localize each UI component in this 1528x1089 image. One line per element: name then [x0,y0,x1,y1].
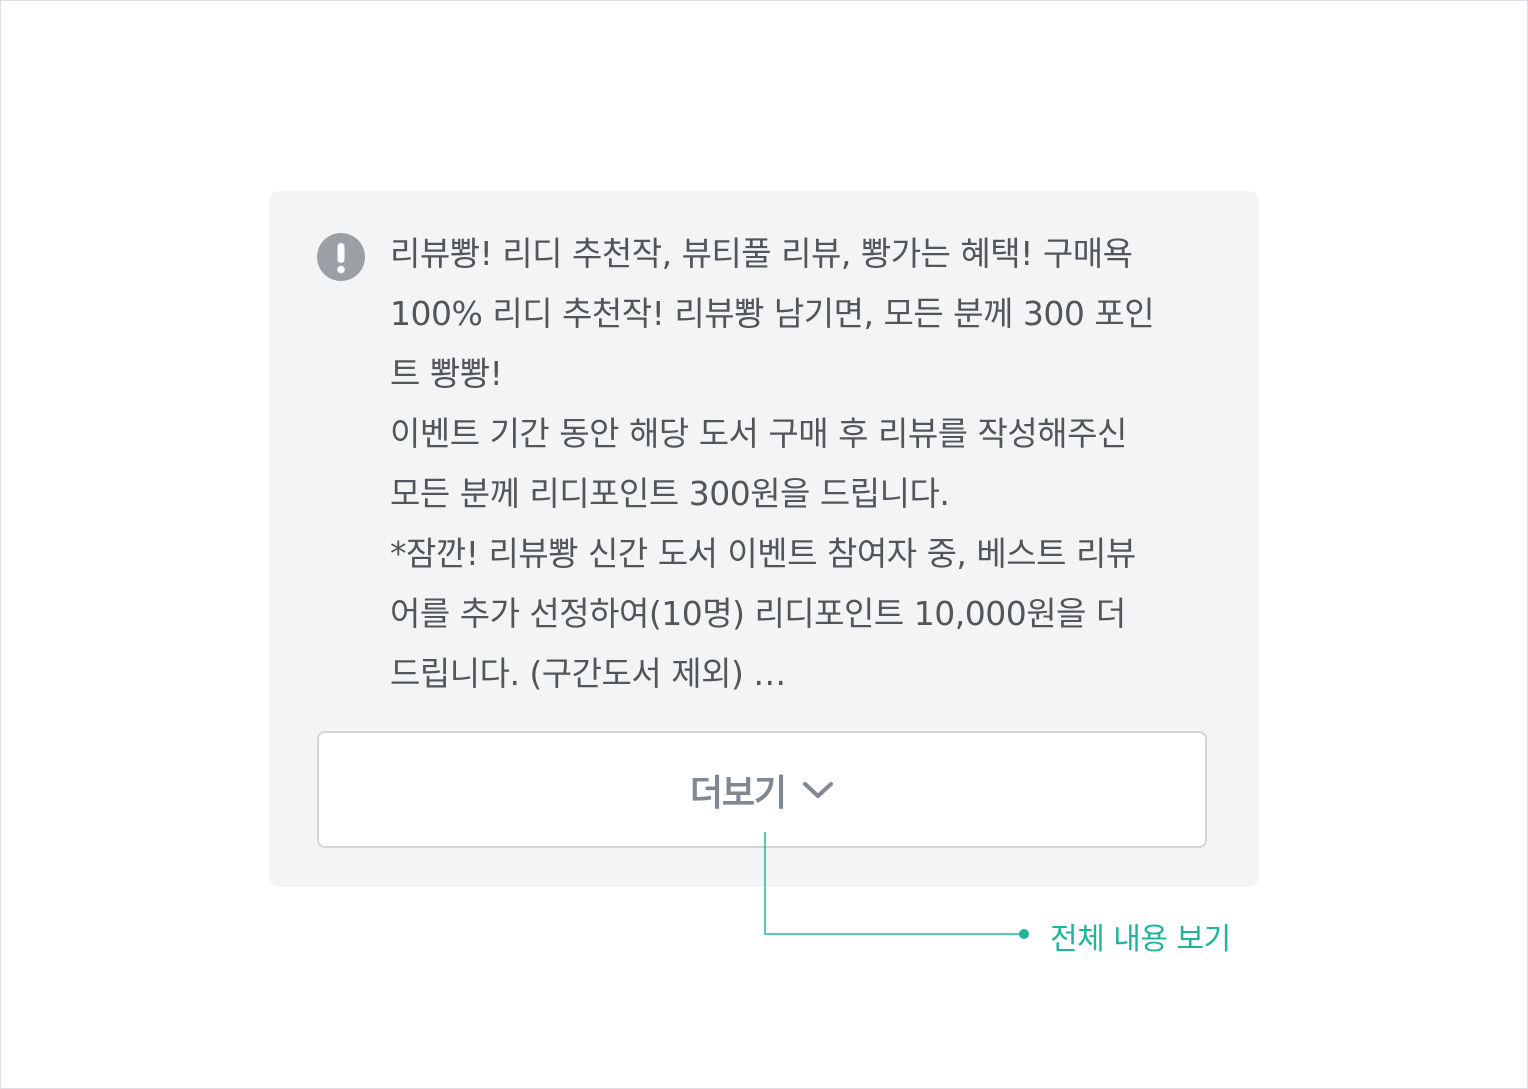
chevron-down-icon [803,781,834,798]
notice-description: 리뷰뽱! 리디 추천작, 뷰티풀 리뷰, 뽱가는 혜택! 구매욕 100% 리디… [390,224,1210,704]
notice-line: 어를 추가 선정하여(10명) 리디포인트 10,000원을 더 [390,594,1126,633]
notice-line: 트 뽱뽱! [390,354,503,393]
notice-line: 100% 리디 추천작! 리뷰뽱 남기면, 모든 분께 300 포인 [390,294,1155,333]
notice-line: 모든 분께 리디포인트 300원을 드립니다. [390,474,950,513]
annotation-label: 전체 내용 보기 [1050,922,1231,957]
notice-line: *잠깐! 리뷰뽱 신간 도서 이벤트 참여자 중, 베스트 리뷰 [390,534,1136,573]
notice-line: 리뷰뽱! 리디 추천작, 뷰티풀 리뷰, 뽱가는 혜택! 구매욕 [390,234,1133,273]
notice-line: 드립니다. (구간도서 제외) … [390,654,786,693]
show-more-label: 더보기 [689,772,787,814]
show-more-button[interactable]: 더보기 [317,731,1207,848]
notice-card: 리뷰뽱! 리디 추천작, 뷰티풀 리뷰, 뽱가는 혜택! 구매욕 100% 리디… [269,191,1259,887]
exclamation-circle-icon [317,233,365,281]
notice-line: 이벤트 기간 동안 해당 도서 구매 후 리뷰를 작성해주신 [390,414,1127,453]
